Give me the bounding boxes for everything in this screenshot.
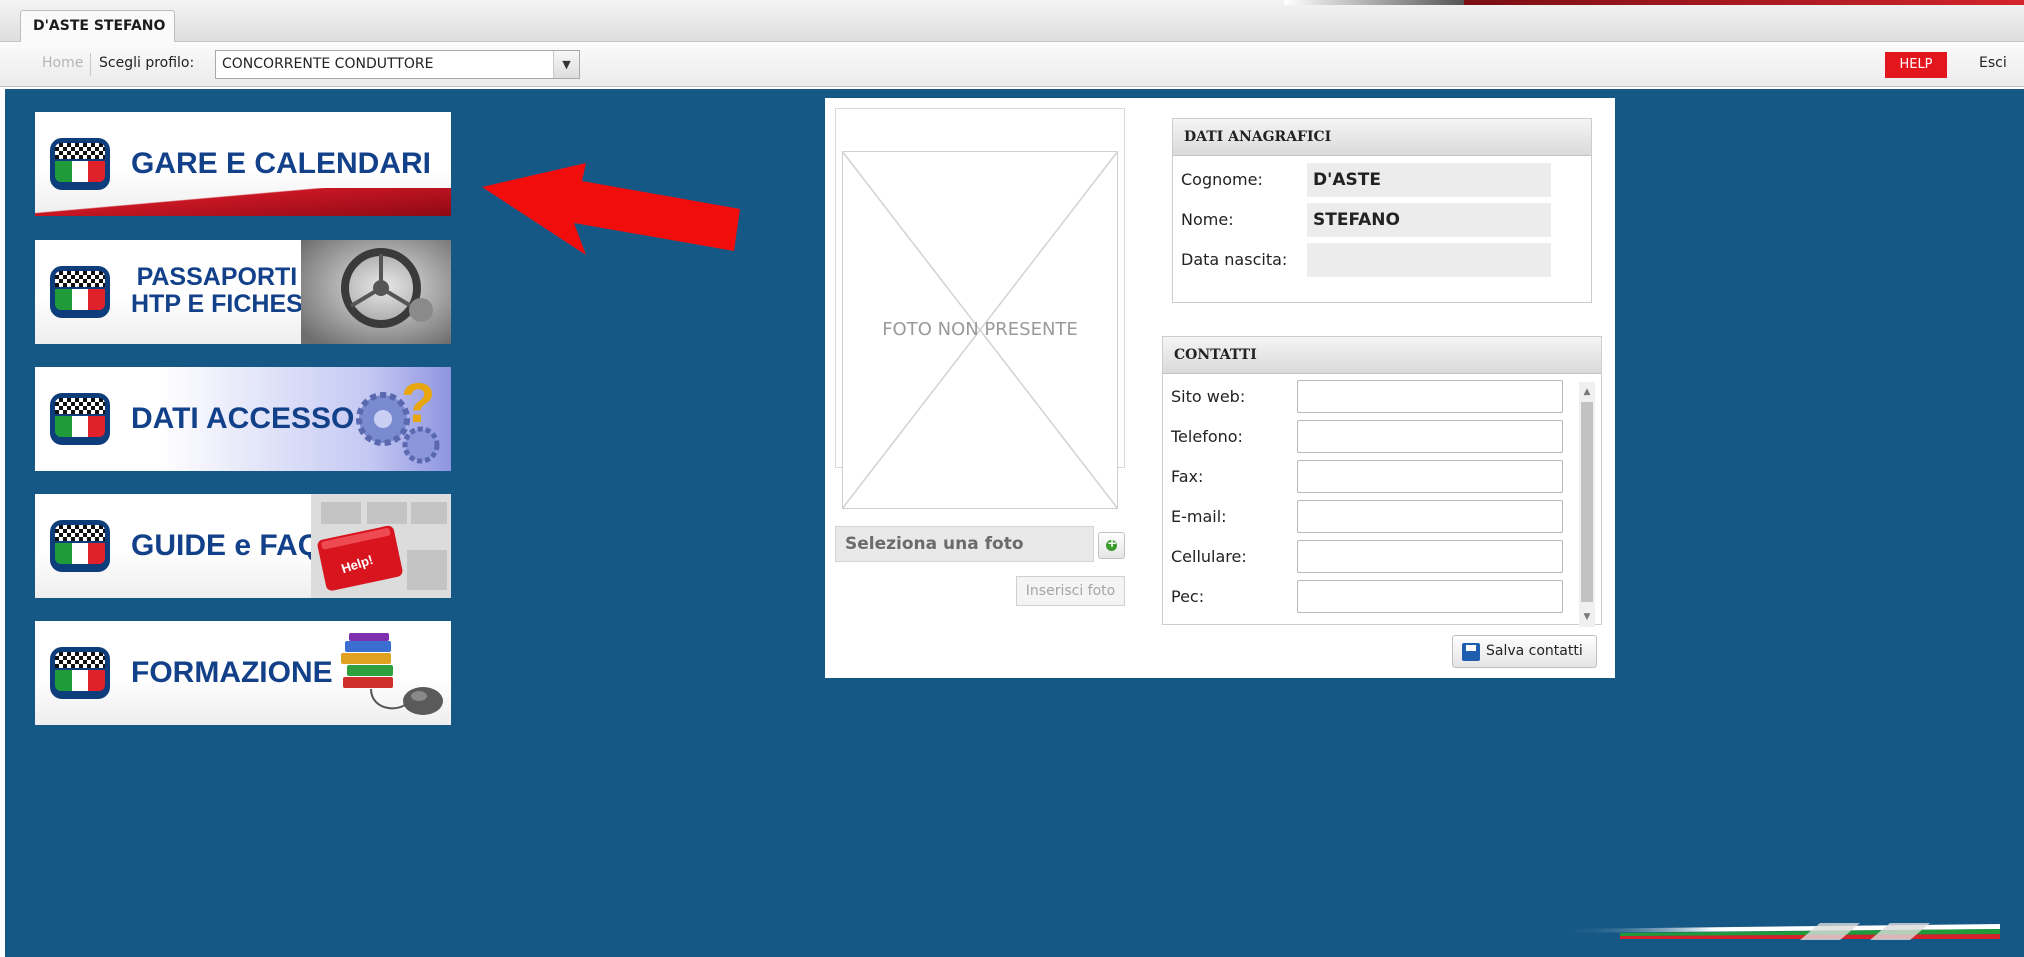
insert-photo-button[interactable]: Inserisci foto [1016, 576, 1125, 606]
fax-field[interactable] [1297, 460, 1563, 493]
top-decoration [1284, 0, 2024, 5]
field-label: Telefono: [1171, 427, 1243, 446]
contatti-title: CONTATTI [1163, 337, 1601, 374]
field-label: Pec: [1171, 587, 1205, 606]
scroll-thumb[interactable] [1581, 402, 1593, 602]
anagrafica-panel: DATI ANAGRAFICI Cognome: D'ASTE Nome: ST… [1172, 118, 1592, 303]
menu-tile-passaporti[interactable]: PASSAPORTI HTP E FICHES [35, 240, 451, 344]
field-label: Nome: [1181, 210, 1234, 229]
exit-link[interactable]: Esci [1979, 55, 2007, 71]
flag-white [71, 161, 89, 182]
phone-field[interactable] [1297, 420, 1563, 453]
top-bar: D'ASTE STEFANO [0, 0, 2024, 42]
red-arrow-icon [482, 163, 740, 255]
toolbar: Home Scegli profilo: CONCORRENTE CONDUTT… [0, 42, 2024, 87]
field-label: Cellulare: [1171, 547, 1247, 566]
menu-tile-label: GUIDE e FAQ [131, 529, 322, 562]
menu-tile-accesso[interactable]: DATI ACCESSO ? [35, 367, 451, 471]
gears-question-icon: ? [356, 371, 440, 464]
flag-icon [50, 647, 110, 699]
photo-box: FOTO NON PRESENTE [835, 108, 1125, 509]
field-label: Fax: [1171, 467, 1204, 486]
field-label: Data nascita: [1181, 250, 1288, 269]
menu-tile-label: GARE E CALENDARI [131, 147, 432, 180]
save-contacts-label: Salva contatti [1486, 643, 1583, 659]
name-value: STEFANO [1307, 203, 1551, 237]
user-tab[interactable]: D'ASTE STEFANO [20, 10, 175, 42]
website-field[interactable] [1297, 380, 1563, 413]
menu-tile-formazione[interactable]: FORMAZIONE [35, 621, 451, 725]
birthdate-value [1307, 243, 1551, 277]
mobile-field[interactable] [1297, 540, 1563, 573]
chevron-down-icon[interactable]: ▼ [553, 51, 579, 78]
pec-field[interactable] [1297, 580, 1563, 613]
surname-value: D'ASTE [1307, 163, 1551, 197]
help-button[interactable]: HELP [1885, 52, 1947, 78]
flag-red [88, 161, 105, 182]
photo-placeholder-text: FOTO NON PRESENTE [882, 319, 1078, 340]
add-photo-icon[interactable] [1098, 532, 1125, 559]
toolbar-separator [90, 53, 91, 76]
svg-text:?: ? [401, 371, 435, 434]
field-label: E-mail: [1171, 507, 1227, 526]
books-mouse-icon [341, 633, 443, 715]
profile-select-value: CONCORRENTE CONDUTTORE [222, 56, 434, 72]
field-label: Cognome: [1181, 170, 1263, 189]
menu-tile-guide[interactable]: GUIDE e FAQ Help! [35, 494, 451, 598]
menu-tile-label: FORMAZIONE [131, 656, 333, 689]
flag-icon [50, 520, 110, 572]
tricolor-stripe-decoration [1560, 923, 2000, 940]
profile-select[interactable]: CONCORRENTE CONDUTTORE ▼ [215, 50, 580, 79]
menu-tile-label-line2: HTP E FICHES [131, 290, 303, 318]
profile-card: FOTO NON PRESENTE Seleziona una foto Ins… [825, 98, 1615, 678]
menu-tile-label-line1: PASSAPORTI [136, 263, 298, 291]
contatti-scrollbar[interactable]: ▲ ▼ [1579, 382, 1595, 627]
menu-tile-gare[interactable]: GARE E CALENDARI [35, 112, 451, 216]
floppy-disk-icon [1462, 643, 1480, 661]
photo-select-field[interactable]: Seleziona una foto [835, 526, 1094, 562]
flag-icon [50, 266, 110, 318]
flag-green [55, 161, 72, 182]
flag-icon [50, 138, 110, 190]
email-field[interactable] [1297, 500, 1563, 533]
scroll-up-icon[interactable]: ▲ [1579, 384, 1595, 400]
steering-wheel-icon [301, 240, 451, 344]
red-stripe-decoration [35, 188, 451, 216]
field-label: Sito web: [1171, 387, 1246, 406]
contatti-panel: CONTATTI Sito web: Telefono: Fax: E-mail… [1162, 336, 1602, 627]
keyboard-help-icon: Help! [311, 494, 451, 598]
save-contacts-button[interactable]: Salva contatti [1452, 635, 1597, 668]
scroll-down-icon[interactable]: ▼ [1579, 609, 1595, 625]
menu-tile-label: DATI ACCESSO [131, 402, 355, 435]
profile-label: Scegli profilo: [99, 55, 195, 71]
flag-icon [50, 393, 110, 445]
anagrafica-title: DATI ANAGRAFICI [1173, 119, 1591, 156]
menu-tile-label: PASSAPORTI HTP E FICHES [131, 264, 303, 318]
home-link[interactable]: Home [42, 55, 83, 71]
